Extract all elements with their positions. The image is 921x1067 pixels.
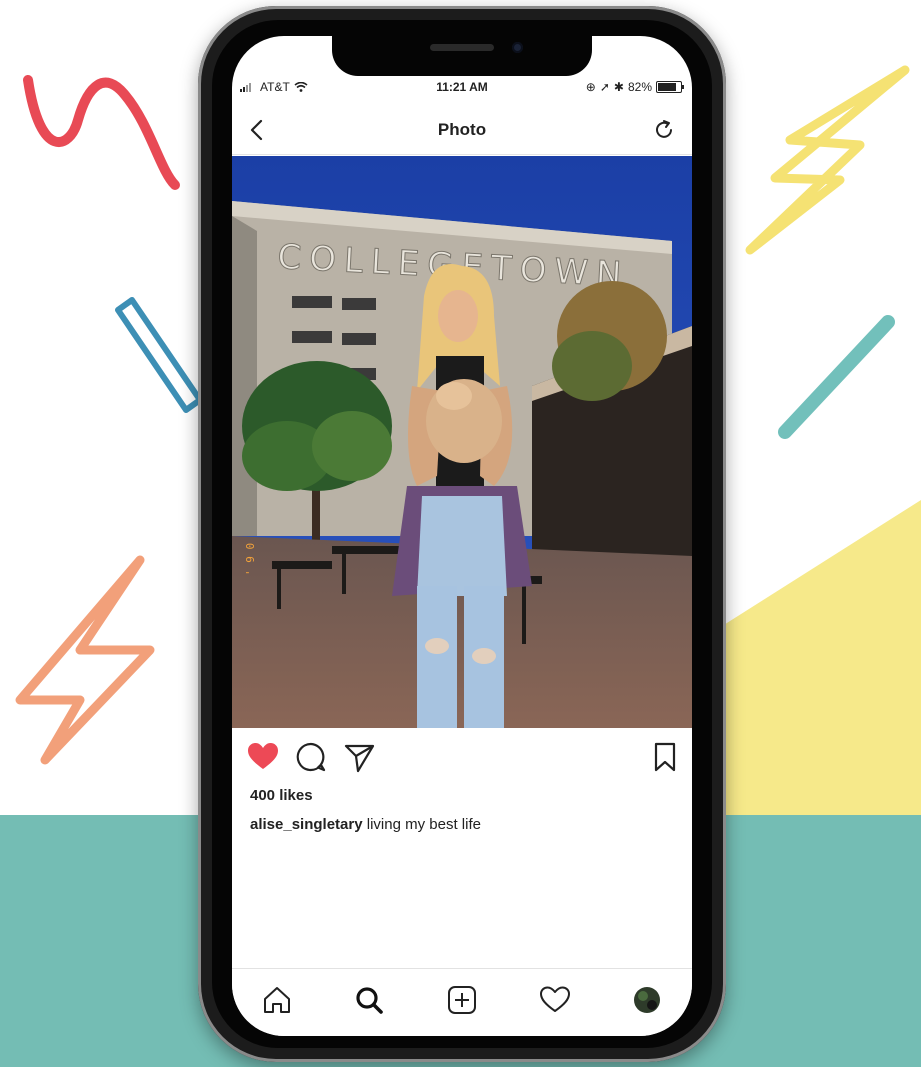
likes-count[interactable]: 400 likes: [250, 787, 313, 804]
bottom-tab-bar: [232, 968, 692, 1036]
battery-percent: 82%: [627, 80, 652, 94]
status-bar: AT&T 11:21 AM ⊕ ➚ ✱ 82%: [232, 80, 692, 100]
home-icon[interactable]: [260, 983, 294, 1017]
comment-icon[interactable]: [294, 740, 328, 774]
phone-notch: [332, 36, 592, 76]
film-date-stamp: ' 9 0: [244, 543, 257, 576]
bookmark-icon[interactable]: [648, 740, 682, 774]
speaker-grille: [430, 44, 494, 51]
activity-heart-icon[interactable]: [538, 983, 572, 1017]
post-caption: alise_singletary living my best life: [250, 816, 481, 833]
post-actions: [232, 738, 692, 778]
navigation-bar: Photo: [232, 110, 692, 155]
orange-lightning-bolt: [15, 555, 155, 765]
blue-stick: [115, 297, 203, 413]
caption-text: living my best life: [366, 816, 481, 833]
teal-stick: [778, 315, 895, 439]
caption-username[interactable]: alise_singletary: [250, 816, 363, 833]
status-right: ⊕ ➚ ✱ 82%: [585, 80, 684, 94]
share-icon[interactable]: [342, 740, 376, 774]
red-scribble: [23, 75, 180, 190]
svg-text:' 9 0: ' 9 0: [244, 543, 257, 576]
building-side: [232, 216, 257, 536]
battery-fill: [658, 83, 677, 91]
bluetooth-icon: ✱: [613, 80, 624, 94]
background-yellow-shape: [700, 500, 921, 815]
phone-screen: AT&T 11:21 AM ⊕ ➚ ✱ 82% Photo ' 9 0 400 …: [232, 36, 692, 1036]
profile-avatar[interactable]: [630, 983, 664, 1017]
add-post-icon[interactable]: [445, 983, 479, 1017]
post-photo[interactable]: COLLEGETOWN: [232, 156, 692, 728]
battery-icon: [656, 81, 684, 93]
location-icon: ➚: [599, 80, 610, 94]
heart-icon[interactable]: [246, 740, 280, 774]
search-icon[interactable]: [352, 983, 386, 1017]
yellow-lightning-bolt: [745, 65, 910, 255]
lock-rotation-icon: ⊕: [585, 80, 596, 94]
refresh-icon[interactable]: [652, 118, 676, 142]
page-title: Photo: [437, 120, 487, 139]
front-camera: [512, 42, 523, 53]
